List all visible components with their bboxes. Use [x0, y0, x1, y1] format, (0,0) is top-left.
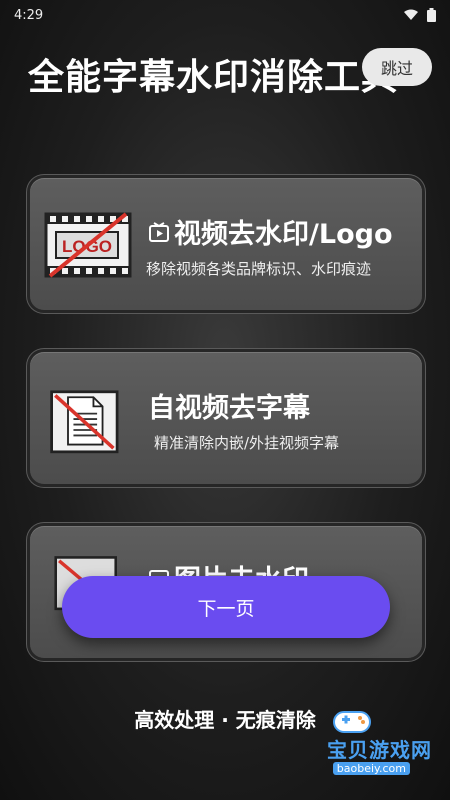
- page-title: 全能字幕水印消除工具: [28, 57, 399, 98]
- feature-card-video-logo[interactable]: LOGO 视频去水印/Logo 移除视频各类品牌标识、水印痕迹: [30, 178, 422, 310]
- card-subtitle: 精准清除内嵌/外挂视频字幕: [154, 434, 340, 452]
- status-bar: 4:29: [0, 0, 450, 30]
- site-watermark: 宝贝游戏网 baobeiy.com: [310, 706, 432, 778]
- status-time: 4:29: [14, 7, 44, 23]
- card-subtitle: 移除视频各类品牌标识、水印痕迹: [146, 260, 372, 278]
- card-title: 视频去水印/Logo: [174, 219, 393, 250]
- document-strikethrough-icon: [50, 390, 119, 454]
- watermark-url: baobeiy.com: [332, 762, 410, 775]
- skip-button[interactable]: 跳过: [362, 48, 432, 86]
- next-page-button[interactable]: 下一页: [62, 576, 390, 638]
- wifi-icon: [404, 9, 418, 20]
- card-title-row: 自视频去字幕: [148, 386, 310, 425]
- card-title-row: 视频去水印/Logo: [148, 212, 393, 251]
- gamepad-logo-icon: [333, 711, 371, 733]
- battery-icon: [427, 8, 436, 22]
- video-logo-icon: LOGO: [44, 212, 132, 278]
- status-icons: [403, 8, 436, 22]
- video-play-icon: [149, 221, 169, 242]
- card-title: 自视频去字幕: [148, 393, 310, 424]
- watermark-text: 宝贝游戏网: [327, 738, 432, 762]
- feature-card-video-subtitle[interactable]: 自视频去字幕 精准清除内嵌/外挂视频字幕: [30, 352, 422, 484]
